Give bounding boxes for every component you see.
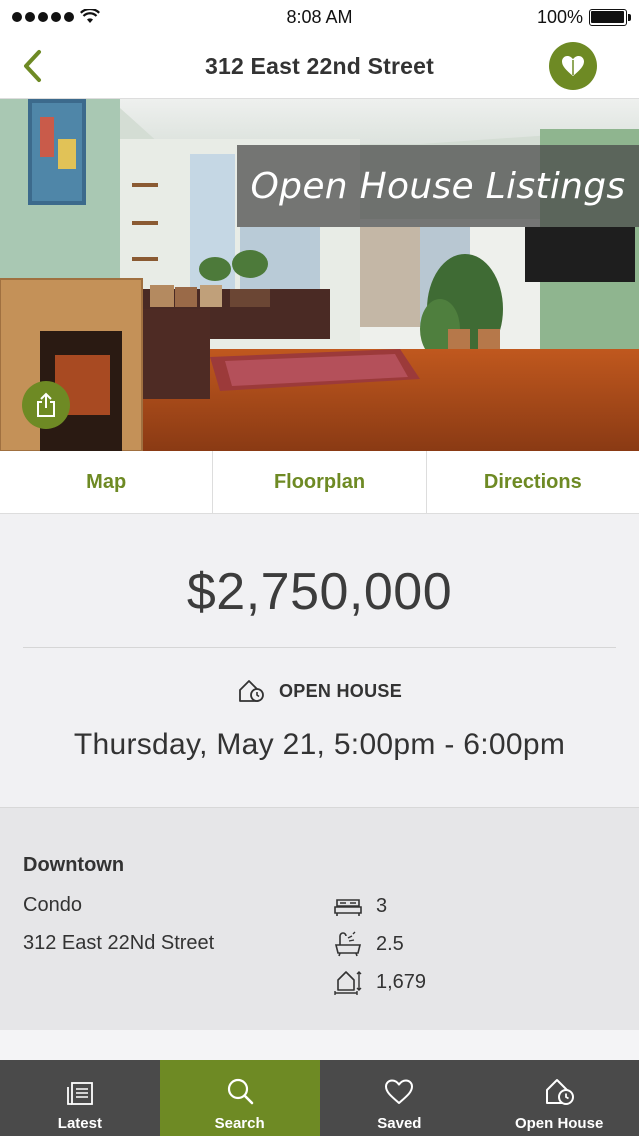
share-button[interactable]: [22, 381, 70, 429]
chevron-left-icon: [24, 50, 41, 82]
listing-photo[interactable]: Open House Listings: [0, 99, 639, 451]
tab-search[interactable]: Search: [159, 1060, 320, 1136]
price-section: $2,750,000 OPEN HOUSE Thursday, May 21, …: [0, 514, 639, 807]
tab-directions[interactable]: Directions: [427, 451, 639, 513]
listing-price: $2,750,000: [186, 563, 453, 621]
tab-open-house[interactable]: Open House: [479, 1060, 639, 1136]
heart-icon: [385, 1079, 414, 1104]
signal-icon: [12, 12, 74, 22]
tab-floorplan[interactable]: Floorplan: [213, 451, 427, 513]
status-right: 100%: [467, 6, 631, 28]
bathtub-icon: [334, 931, 362, 957]
bed-icon: [334, 899, 362, 916]
open-house-heading: OPEN HOUSE: [0, 678, 639, 704]
status-left: [12, 9, 172, 25]
tab-latest[interactable]: Latest: [0, 1060, 160, 1136]
page-title: 312 East 22nd Street: [204, 52, 434, 79]
tab-open-house-label: Open House: [514, 1115, 604, 1132]
listing-tabs: Map Floorplan Directions: [0, 451, 639, 514]
save-favorite-button[interactable]: [549, 42, 597, 90]
battery-percent: 100%: [536, 6, 583, 27]
beds-stat: 3: [334, 892, 387, 920]
tab-saved[interactable]: Saved: [320, 1060, 480, 1136]
search-icon: [227, 1078, 253, 1105]
baths-value: 2.5: [376, 932, 404, 955]
nav-bar: 312 East 22nd Street: [0, 34, 639, 99]
wifi-icon: [80, 9, 100, 23]
property-type: Condo: [23, 894, 82, 916]
tab-saved-label: Saved: [377, 1115, 422, 1132]
listing-address: 312 East 22Nd Street: [23, 932, 215, 954]
tab-latest-label: Latest: [57, 1115, 102, 1132]
heart-icon: [562, 56, 584, 76]
tab-search-label: Search: [214, 1115, 265, 1132]
sqft-value: 1,679: [376, 970, 427, 993]
beds-value: 3: [376, 894, 388, 917]
sqft-stat: 1,679: [334, 968, 426, 996]
news-icon: [66, 1082, 93, 1105]
battery-icon: [588, 8, 631, 26]
status-bar: 8:08 AM 100%: [0, 0, 639, 34]
neighborhood: Downtown: [23, 854, 125, 876]
open-house-icon: [239, 680, 264, 702]
back-button[interactable]: [14, 48, 50, 84]
bottom-tab-bar: Latest Search Saved Open House: [0, 1060, 639, 1136]
listing-details: Downtown Condo 312 East 22Nd Street 3 2.…: [0, 807, 639, 1030]
open-house-date: Thursday, May 21, 5:00pm - 6:00pm: [73, 728, 566, 761]
square-footage-icon: [334, 971, 362, 995]
open-house-label: OPEN HOUSE: [278, 680, 403, 701]
open-house-banner: Open House Listings: [237, 145, 639, 227]
baths-stat: 2.5: [334, 930, 404, 958]
content-spacer: [0, 1030, 639, 1060]
status-time: 8:08 AM: [286, 6, 353, 27]
tab-map[interactable]: Map: [0, 451, 214, 513]
share-icon: [37, 392, 55, 417]
divider: [23, 647, 616, 648]
banner-text: Open House Listings: [250, 165, 626, 207]
open-house-icon: [546, 1079, 575, 1105]
